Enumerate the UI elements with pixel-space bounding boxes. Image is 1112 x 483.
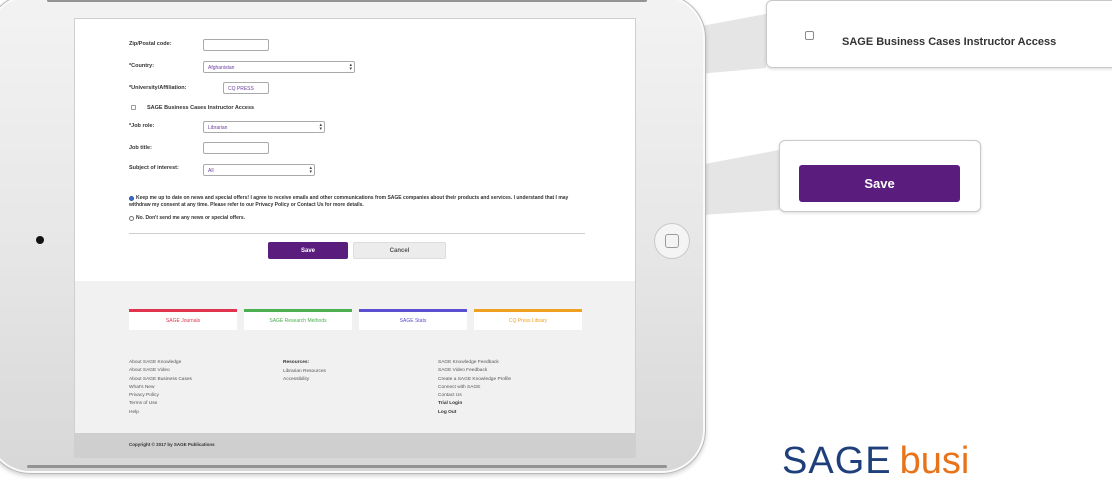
university-label: *University/Affiliation: [129,85,187,91]
footer-link[interactable]: About SAGE Video [129,367,192,375]
camera-icon [36,236,44,244]
country-label: *Country: [129,63,155,69]
footer-col-resources: Librarian Resources Accessibility [283,368,326,385]
product-tile-link[interactable]: SAGE Research Methods [244,309,352,330]
callout-checkbox[interactable] [805,31,814,40]
subject-select[interactable]: All ▴ ▾ [203,164,315,176]
tablet-edge [27,465,667,468]
footer-col-links: SAGE Knowledge Feedback SAGE Video Feedba… [438,359,511,417]
footer-link[interactable]: Accessibility [283,376,326,384]
job-role-select[interactable]: Librarian ▴ ▾ [203,121,325,133]
footer-link[interactable]: About SAGE Knowledge [129,359,192,367]
tablet-edge [47,0,647,2]
zip-field[interactable] [203,39,269,51]
footer-link[interactable]: Privacy Policy [129,392,192,400]
home-square-icon [665,234,679,248]
instructor-access-checkbox[interactable] [131,105,136,110]
cancel-button[interactable]: Cancel [353,242,446,259]
job-title-field[interactable] [203,142,269,154]
footer-link[interactable]: Create a SAGE Knowledge Profile [438,376,511,384]
save-button[interactable]: Save [268,242,348,259]
consent-yes-text: Keep me up to date on news and special o… [129,195,569,208]
callout-instructor-access: SAGE Business Cases Instructor Access [766,0,1112,68]
job-role-value: Librarian [208,125,228,131]
resources-heading: Resources: [283,360,310,365]
footer-link[interactable]: SAGE Video Feedback [438,367,511,375]
footer-link[interactable]: Help [129,409,192,417]
job-title-label: Job title: [129,145,152,151]
footer-link[interactable]: SAGE Knowledge Feedback [438,359,511,367]
home-button[interactable] [654,223,690,259]
callout-save-button[interactable]: Save [799,165,960,202]
select-arrows-icon: ▴ ▾ [349,62,352,72]
consent-no-radio[interactable] [129,216,134,221]
footer-link[interactable]: Log Out [438,409,511,417]
product-tile-link[interactable]: CQ Press Library [474,309,582,330]
job-role-label: *Job role: [129,123,155,129]
footer-col-about: About SAGE Knowledge About SAGE Video Abou… [129,359,192,417]
tablet-screen: Zip/Postal code: *Country: Afghanistan ▴… [74,18,636,458]
footer-link[interactable]: Trial Login [438,400,511,408]
country-value: Afghanistan [208,65,235,71]
subject-label: Subject of interest: [129,165,179,171]
footer-link[interactable]: Connect with SAGE [438,384,511,392]
product-tile-link[interactable]: SAGE Stats [359,309,467,330]
subject-value: All [208,168,214,174]
select-arrows-icon: ▴ ▾ [319,122,322,132]
instructor-access-label: SAGE Business Cases Instructor Access [147,105,255,111]
sage-business-logo: SAGE busi [782,440,969,482]
country-select[interactable]: Afghanistan ▴ ▾ [203,61,355,73]
footer-link[interactable]: What's New [129,384,192,392]
copyright-bar: Copyright © 2017 by SAGE Publications [75,433,635,457]
product-tile-link[interactable]: SAGE Journals [129,309,237,330]
consent-no-text: No. Don't send me any news or special of… [136,215,245,221]
select-arrows-icon: ▴ ▾ [309,165,312,175]
callout-instructor-access-label: SAGE Business Cases Instructor Access [842,36,1057,48]
footer-link[interactable]: Contact Us [438,392,511,400]
university-field[interactable]: CQ PRESS [223,82,269,94]
footer-link[interactable]: Librarian Resources [283,368,326,376]
footer-link[interactable]: About SAGE Business Cases [129,376,192,384]
callout-save: Save [779,140,981,212]
zip-label: Zip/Postal code: [129,41,172,47]
footer-link[interactable]: Terms of Use [129,400,192,408]
form-divider [129,233,585,234]
